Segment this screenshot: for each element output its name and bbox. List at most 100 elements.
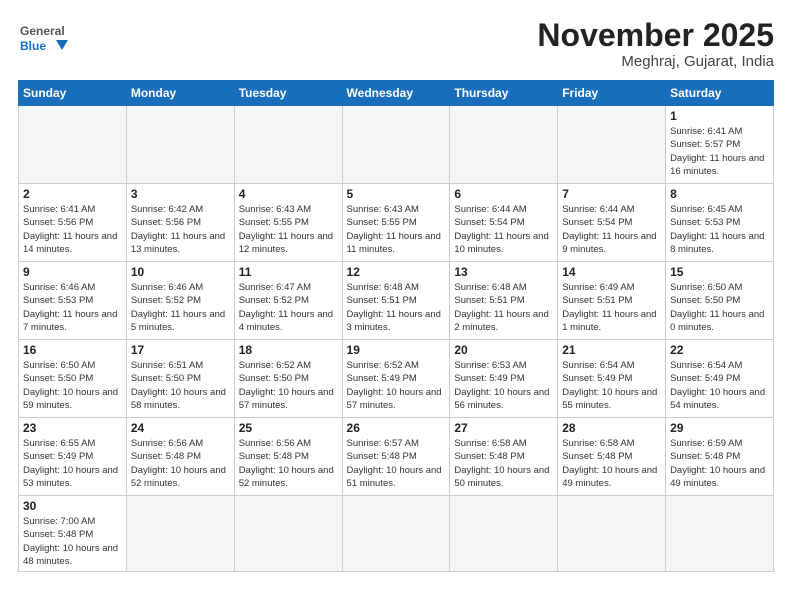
sun-info: Sunrise: 6:51 AM Sunset: 5:50 PM Dayligh… [131, 359, 230, 412]
sun-info: Sunrise: 6:47 AM Sunset: 5:52 PM Dayligh… [239, 281, 338, 334]
calendar-cell [126, 496, 234, 572]
day-number: 7 [562, 187, 661, 201]
sun-info: Sunrise: 6:43 AM Sunset: 5:55 PM Dayligh… [239, 203, 338, 256]
sun-info: Sunrise: 6:42 AM Sunset: 5:56 PM Dayligh… [131, 203, 230, 256]
sun-info: Sunrise: 6:46 AM Sunset: 5:53 PM Dayligh… [23, 281, 122, 334]
calendar-cell [666, 496, 774, 572]
page: General Blue November 2025 Meghraj, Guja… [0, 0, 792, 612]
day-number: 23 [23, 421, 122, 435]
day-number: 10 [131, 265, 230, 279]
sun-info: Sunrise: 6:58 AM Sunset: 5:48 PM Dayligh… [454, 437, 553, 490]
day-number: 12 [347, 265, 446, 279]
calendar-cell: 13Sunrise: 6:48 AM Sunset: 5:51 PM Dayli… [450, 262, 558, 340]
sun-info: Sunrise: 6:44 AM Sunset: 5:54 PM Dayligh… [454, 203, 553, 256]
svg-text:General: General [20, 24, 65, 38]
week-row-3: 16Sunrise: 6:50 AM Sunset: 5:50 PM Dayli… [19, 340, 774, 418]
calendar-cell [558, 106, 666, 184]
calendar-cell [450, 496, 558, 572]
calendar-cell: 19 Sunrise: 6:52 AM Sunset: 5:49 PM Dayli… [342, 340, 450, 418]
day-number: 21 [562, 343, 661, 357]
calendar-cell: 12 Sunrise: 6:48 AM Sunset: 5:51 PM Dayli… [342, 262, 450, 340]
sun-info: Sunrise: 6:46 AM Sunset: 5:52 PM Dayligh… [131, 281, 230, 334]
sun-info: Sunrise: 6:57 AM Sunset: 5:48 PM Dayligh… [347, 437, 446, 490]
calendar-cell: 11Sunrise: 6:47 AM Sunset: 5:52 PM Dayli… [234, 262, 342, 340]
sun-info: Sunrise: 6:41 AM Sunset: 5:57 PM Dayligh… [670, 125, 769, 178]
sun-info: Sunrise: 6:54 AM Sunset: 5:49 PM Dayligh… [670, 359, 769, 412]
calendar-cell [450, 106, 558, 184]
day-number: 5 [347, 187, 446, 201]
weekday-sunday: Sunday [19, 81, 127, 106]
sun-info: Sunrise: 6:49 AM Sunset: 5:51 PM Dayligh… [562, 281, 661, 334]
sun-info: Sunrise: 6:50 AM Sunset: 5:50 PM Dayligh… [23, 359, 122, 412]
day-number: 8 [670, 187, 769, 201]
calendar-cell: 3 Sunrise: 6:42 AM Sunset: 5:56 PM Daylig… [126, 184, 234, 262]
day-number: 3 [131, 187, 230, 201]
week-row-4: 23 Sunrise: 6:55 AM Sunset: 5:49 PM Dayli… [19, 418, 774, 496]
day-number: 27 [454, 421, 553, 435]
day-number: 6 [454, 187, 553, 201]
day-number: 25 [239, 421, 338, 435]
header: General Blue November 2025 Meghraj, Guja… [18, 18, 774, 70]
calendar-cell: 17Sunrise: 6:51 AM Sunset: 5:50 PM Dayli… [126, 340, 234, 418]
calendar-cell: 8Sunrise: 6:45 AM Sunset: 5:53 PM Daylig… [666, 184, 774, 262]
sun-info: Sunrise: 6:52 AM Sunset: 5:49 PM Dayligh… [347, 359, 446, 412]
weekday-saturday: Saturday [666, 81, 774, 106]
day-number: 29 [670, 421, 769, 435]
calendar-cell [126, 106, 234, 184]
sun-info: Sunrise: 6:50 AM Sunset: 5:50 PM Dayligh… [670, 281, 769, 334]
sun-info: Sunrise: 6:56 AM Sunset: 5:48 PM Dayligh… [131, 437, 230, 490]
calendar: SundayMondayTuesdayWednesdayThursdayFrid… [18, 80, 774, 572]
calendar-cell [342, 106, 450, 184]
day-number: 30 [23, 499, 122, 513]
calendar-cell [558, 496, 666, 572]
sun-info: Sunrise: 6:48 AM Sunset: 5:51 PM Dayligh… [347, 281, 446, 334]
sun-info: Sunrise: 6:41 AM Sunset: 5:56 PM Dayligh… [23, 203, 122, 256]
calendar-cell: 14 Sunrise: 6:49 AM Sunset: 5:51 PM Dayli… [558, 262, 666, 340]
calendar-cell: 6 Sunrise: 6:44 AM Sunset: 5:54 PM Daylig… [450, 184, 558, 262]
sun-info: Sunrise: 6:59 AM Sunset: 5:48 PM Dayligh… [670, 437, 769, 490]
calendar-cell: 23 Sunrise: 6:55 AM Sunset: 5:49 PM Dayli… [19, 418, 127, 496]
day-number: 18 [239, 343, 338, 357]
calendar-cell: 24 Sunrise: 6:56 AM Sunset: 5:48 PM Dayli… [126, 418, 234, 496]
weekday-tuesday: Tuesday [234, 81, 342, 106]
weekday-friday: Friday [558, 81, 666, 106]
day-number: 26 [347, 421, 446, 435]
weekday-header-row: SundayMondayTuesdayWednesdayThursdayFrid… [19, 81, 774, 106]
svg-text:Blue: Blue [20, 39, 46, 53]
title-block: November 2025 Meghraj, Gujarat, India [537, 18, 774, 70]
logo-svg: General Blue [18, 18, 68, 60]
calendar-cell: 25 Sunrise: 6:56 AM Sunset: 5:48 PM Dayli… [234, 418, 342, 496]
day-number: 19 [347, 343, 446, 357]
sun-info: Sunrise: 6:43 AM Sunset: 5:55 PM Dayligh… [347, 203, 446, 256]
calendar-cell: 10 Sunrise: 6:46 AM Sunset: 5:52 PM Dayli… [126, 262, 234, 340]
sun-info: Sunrise: 6:53 AM Sunset: 5:49 PM Dayligh… [454, 359, 553, 412]
calendar-cell: 29 Sunrise: 6:59 AM Sunset: 5:48 PM Dayli… [666, 418, 774, 496]
calendar-cell: 30 Sunrise: 7:00 AM Sunset: 5:48 PM Dayli… [19, 496, 127, 572]
day-number: 15 [670, 265, 769, 279]
calendar-cell [342, 496, 450, 572]
sun-info: Sunrise: 7:00 AM Sunset: 5:48 PM Dayligh… [23, 515, 122, 568]
calendar-cell: 15 Sunrise: 6:50 AM Sunset: 5:50 PM Dayli… [666, 262, 774, 340]
calendar-cell: 22 Sunrise: 6:54 AM Sunset: 5:49 PM Dayli… [666, 340, 774, 418]
weekday-monday: Monday [126, 81, 234, 106]
week-row-0: 1 Sunrise: 6:41 AM Sunset: 5:57 PM Daylig… [19, 106, 774, 184]
location: Meghraj, Gujarat, India [537, 53, 774, 70]
day-number: 13 [454, 265, 553, 279]
day-number: 14 [562, 265, 661, 279]
week-row-1: 2 Sunrise: 6:41 AM Sunset: 5:56 PM Daylig… [19, 184, 774, 262]
calendar-cell: 21 Sunrise: 6:54 AM Sunset: 5:49 PM Dayli… [558, 340, 666, 418]
calendar-cell: 9Sunrise: 6:46 AM Sunset: 5:53 PM Daylig… [19, 262, 127, 340]
calendar-cell: 1 Sunrise: 6:41 AM Sunset: 5:57 PM Daylig… [666, 106, 774, 184]
sun-info: Sunrise: 6:56 AM Sunset: 5:48 PM Dayligh… [239, 437, 338, 490]
sun-info: Sunrise: 6:52 AM Sunset: 5:50 PM Dayligh… [239, 359, 338, 412]
calendar-cell: 20Sunrise: 6:53 AM Sunset: 5:49 PM Dayli… [450, 340, 558, 418]
day-number: 2 [23, 187, 122, 201]
day-number: 24 [131, 421, 230, 435]
sun-info: Sunrise: 6:54 AM Sunset: 5:49 PM Dayligh… [562, 359, 661, 412]
sun-info: Sunrise: 6:55 AM Sunset: 5:49 PM Dayligh… [23, 437, 122, 490]
day-number: 22 [670, 343, 769, 357]
calendar-cell: 7Sunrise: 6:44 AM Sunset: 5:54 PM Daylig… [558, 184, 666, 262]
day-number: 28 [562, 421, 661, 435]
week-row-2: 9Sunrise: 6:46 AM Sunset: 5:53 PM Daylig… [19, 262, 774, 340]
day-number: 1 [670, 109, 769, 123]
